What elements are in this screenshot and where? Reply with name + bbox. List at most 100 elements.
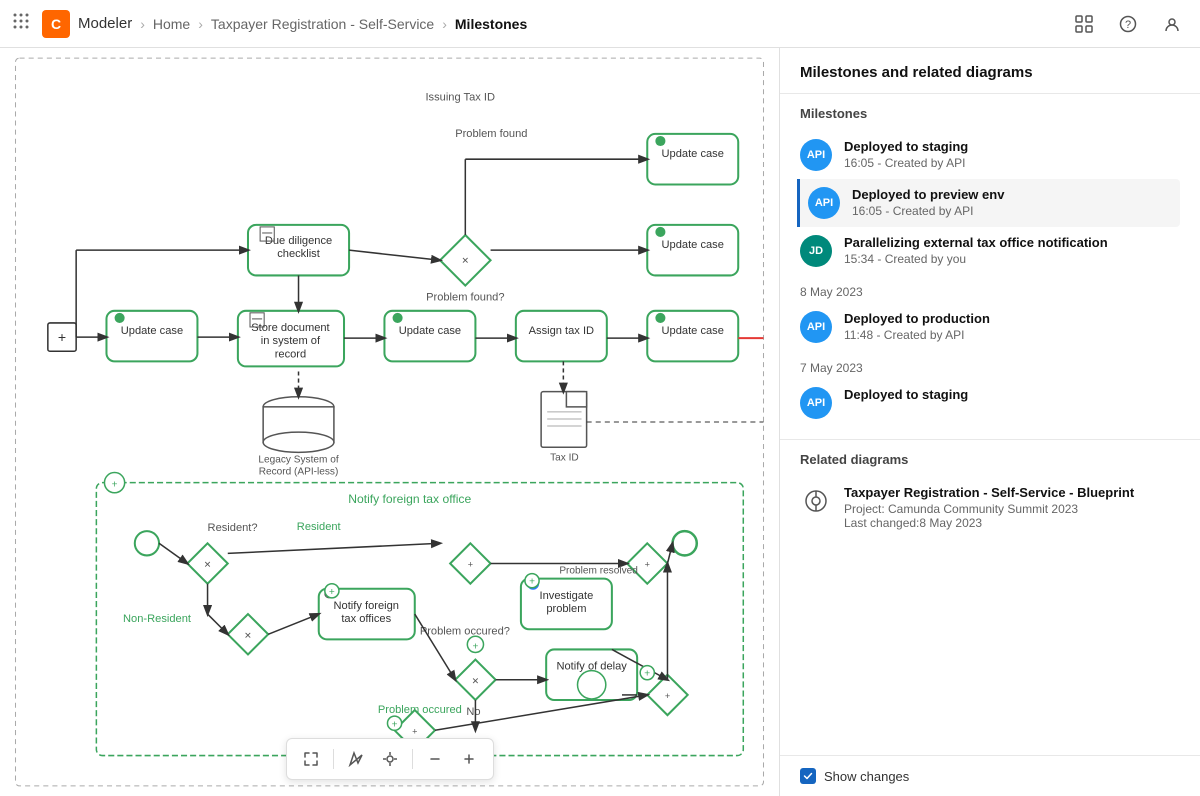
- milestone-meta: 16:05 - Created by API: [852, 204, 1180, 218]
- svg-text:Notify foreign: Notify foreign: [334, 600, 399, 612]
- avatar: API: [808, 187, 840, 219]
- svg-text:Resident: Resident: [297, 521, 341, 533]
- svg-text:Problem found?: Problem found?: [426, 292, 504, 304]
- svg-text:Update case: Update case: [399, 325, 461, 337]
- expand-button[interactable]: [295, 743, 327, 775]
- svg-text:tax offices: tax offices: [341, 613, 391, 625]
- svg-text:+: +: [392, 719, 398, 730]
- zoom-out-button[interactable]: [419, 743, 451, 775]
- sidebar-title: Milestones and related diagrams: [800, 64, 1180, 81]
- breadcrumb-home[interactable]: Home: [153, 16, 190, 32]
- svg-text:Due diligence: Due diligence: [265, 235, 332, 247]
- avatar: JD: [800, 235, 832, 267]
- svg-text:+: +: [58, 329, 66, 345]
- milestone-content: Deployed to staging 16:05 - Created by A…: [844, 139, 1180, 170]
- zoom-in-button[interactable]: [453, 743, 485, 775]
- milestone-title: Deployed to staging: [844, 387, 1180, 402]
- svg-text:✕: ✕: [204, 560, 212, 570]
- breadcrumb-sep-3: ›: [442, 16, 447, 32]
- svg-text:Resident?: Resident?: [208, 522, 258, 534]
- svg-text:+: +: [112, 480, 118, 491]
- svg-text:+: +: [472, 641, 478, 652]
- sidebar-header: Milestones and related diagrams: [780, 48, 1200, 94]
- center-button[interactable]: [374, 743, 406, 775]
- date-separator: 8 May 2023: [800, 275, 1180, 303]
- avatar: API: [800, 311, 832, 343]
- app-logo: C: [42, 10, 70, 38]
- svg-text:No: No: [466, 706, 480, 718]
- svg-text:✕: ✕: [472, 676, 480, 686]
- user-profile-button[interactable]: [1156, 8, 1188, 40]
- svg-text:checklist: checklist: [277, 248, 320, 260]
- svg-text:record: record: [275, 348, 307, 360]
- svg-text:Store document: Store document: [251, 322, 329, 334]
- breadcrumb-sep-1: ›: [140, 16, 145, 32]
- svg-text:in system of: in system of: [261, 335, 321, 347]
- svg-text:+: +: [329, 587, 335, 598]
- milestone-title: Deployed to preview env: [852, 187, 1180, 202]
- toolbar-separator-1: [333, 749, 334, 769]
- svg-text:Investigate: Investigate: [540, 590, 594, 602]
- svg-text:Update case: Update case: [662, 148, 724, 160]
- svg-text:Problem resolved: Problem resolved: [559, 566, 638, 577]
- svg-text:Issuing Tax ID: Issuing Tax ID: [425, 92, 495, 104]
- top-navigation: C Modeler › Home › Taxpayer Registration…: [0, 0, 1200, 48]
- svg-text:✕: ✕: [462, 255, 470, 265]
- svg-text:Non-Resident: Non-Resident: [123, 613, 191, 625]
- milestone-meta: 11:48 - Created by API: [844, 328, 1180, 342]
- related-diagrams-section: Related diagrams Taxpayer Registration -…: [780, 439, 1200, 550]
- milestone-item[interactable]: JD Parallelizing external tax office not…: [797, 227, 1180, 275]
- svg-text:Assign tax ID: Assign tax ID: [529, 325, 594, 337]
- grid-icon[interactable]: [12, 12, 30, 35]
- milestone-title: Deployed to production: [844, 311, 1180, 326]
- svg-text:Legacy System of: Legacy System of: [258, 454, 338, 465]
- breadcrumb-sep-2: ›: [198, 16, 203, 32]
- milestone-item[interactable]: API Deployed to staging 16:05 - Created …: [797, 131, 1180, 179]
- milestone-meta: 16:05 - Created by API: [844, 156, 1180, 170]
- svg-text:✕: ✕: [244, 630, 252, 640]
- svg-text:problem: problem: [546, 603, 586, 615]
- breadcrumb-current: Milestones: [455, 16, 527, 32]
- milestone-content: Deployed to production 11:48 - Created b…: [844, 311, 1180, 342]
- svg-text:+: +: [665, 691, 670, 701]
- milestone-item[interactable]: API Deployed to production 11:48 - Creat…: [797, 303, 1180, 351]
- bpmn-canvas-area[interactable]: Issuing Tax ID Problem found ✕ Problem f…: [0, 48, 780, 796]
- svg-text:?: ?: [1125, 19, 1131, 31]
- milestone-meta: 15:34 - Created by you: [844, 252, 1180, 266]
- show-changes-label: Show changes: [824, 769, 909, 784]
- milestones-label: Milestones: [800, 106, 1180, 121]
- avatar: API: [800, 387, 832, 419]
- breadcrumb-taxpayer[interactable]: Taxpayer Registration - Self-Service: [211, 16, 434, 32]
- related-item[interactable]: Taxpayer Registration - Self-Service - B…: [800, 477, 1180, 538]
- map-button[interactable]: [340, 743, 372, 775]
- milestone-content: Parallelizing external tax office notifi…: [844, 235, 1180, 266]
- svg-text:Notify foreign tax office: Notify foreign tax office: [348, 492, 471, 506]
- show-changes-checkbox[interactable]: [800, 768, 816, 784]
- svg-text:Update case: Update case: [121, 325, 183, 337]
- svg-text:Tax ID: Tax ID: [550, 452, 579, 463]
- help-button[interactable]: ?: [1112, 8, 1144, 40]
- milestone-content: Deployed to staging: [844, 387, 1180, 404]
- toolbar-separator-2: [412, 749, 413, 769]
- app-title: Modeler: [78, 15, 132, 32]
- related-icon: [800, 485, 832, 517]
- related-project: Project: Camunda Community Summit 2023: [844, 502, 1180, 516]
- related-label: Related diagrams: [800, 452, 1180, 467]
- svg-text:Problem occured?: Problem occured?: [420, 625, 510, 637]
- svg-text:+: +: [412, 726, 417, 736]
- date-separator: 7 May 2023: [800, 351, 1180, 379]
- grid-view-button[interactable]: [1068, 8, 1100, 40]
- milestone-title: Parallelizing external tax office notifi…: [844, 235, 1180, 250]
- related-content: Taxpayer Registration - Self-Service - B…: [844, 485, 1180, 530]
- svg-text:Update case: Update case: [662, 325, 724, 337]
- related-changed: Last changed:8 May 2023: [844, 516, 1180, 530]
- svg-text:+: +: [645, 560, 650, 570]
- svg-text:Problem found: Problem found: [455, 128, 527, 140]
- svg-text:Update case: Update case: [662, 239, 724, 251]
- milestone-title: Deployed to staging: [844, 139, 1180, 154]
- avatar: API: [800, 139, 832, 171]
- canvas-toolbar: [286, 738, 494, 780]
- milestone-item-active[interactable]: API Deployed to preview env 16:05 - Crea…: [797, 179, 1180, 227]
- milestone-item[interactable]: API Deployed to staging: [797, 379, 1180, 427]
- sidebar: Milestones and related diagrams Mileston…: [780, 48, 1200, 796]
